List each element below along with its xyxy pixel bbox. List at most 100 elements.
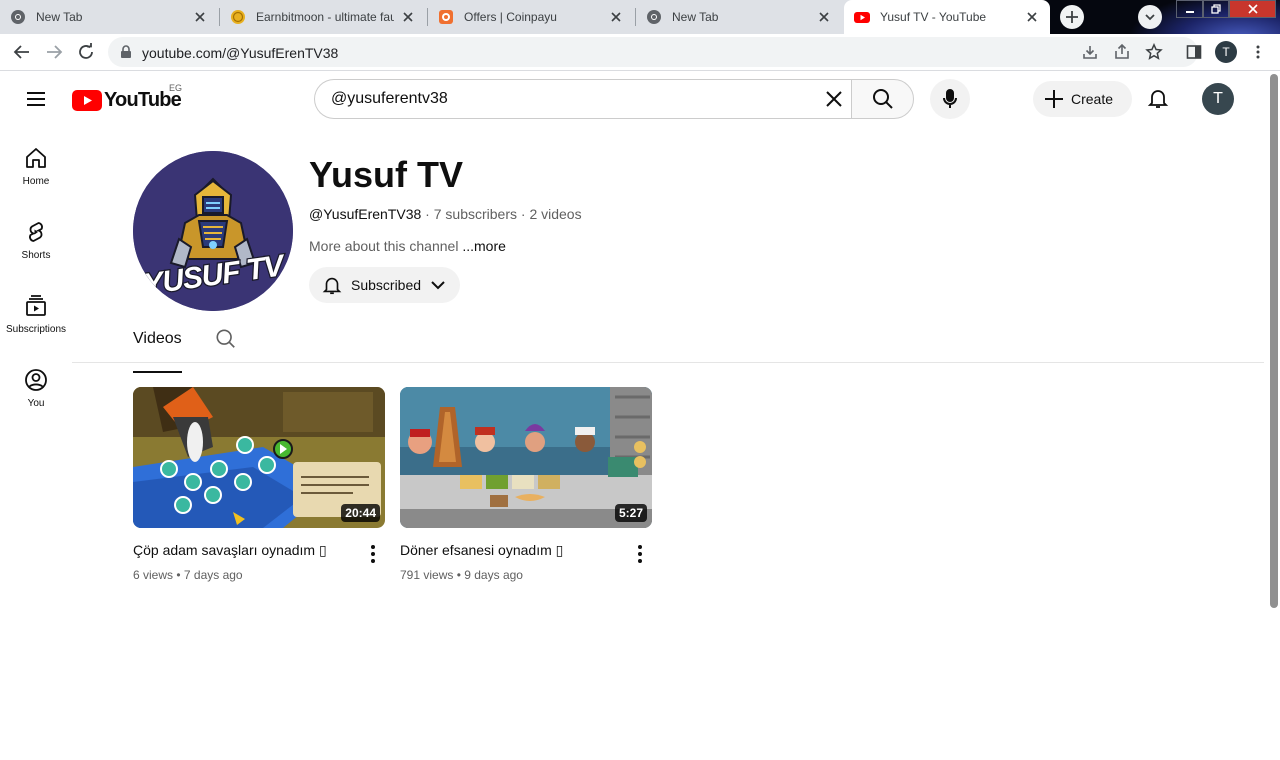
video-menu-button[interactable] <box>632 544 648 564</box>
hamburger-menu-icon <box>27 92 45 106</box>
address-bar[interactable]: youtube.com/@YusufErenTV38 <box>108 37 1198 67</box>
arrow-right-icon <box>47 45 63 59</box>
search-input[interactable] <box>314 79 851 119</box>
notifications-button[interactable] <box>1146 86 1170 110</box>
tab-title: Earnbitmoon - ultimate fau <box>256 10 394 24</box>
meta-dot: • <box>453 568 465 582</box>
view-count: 791 views <box>400 568 454 582</box>
guide-item-label: Subscriptions <box>5 324 67 335</box>
guide-item-label: Home <box>22 176 50 187</box>
subscribed-label: Subscribed <box>351 277 422 293</box>
tab-videos[interactable]: Videos <box>133 330 182 373</box>
channel-avatar[interactable]: YUSUF TV <box>133 151 293 311</box>
guide-item-you[interactable]: You <box>0 350 72 424</box>
meta-separator: · <box>517 206 530 222</box>
tab-search-button[interactable] <box>1138 5 1162 29</box>
bell-icon <box>1147 90 1169 108</box>
video-thumbnail[interactable]: 20:44 <box>133 387 385 528</box>
upload-age: 7 days ago <box>183 568 243 582</box>
shorts-icon <box>29 222 43 242</box>
scrollbar-thumb[interactable] <box>1270 74 1278 608</box>
youtube-play-icon <box>72 90 102 111</box>
meta-dot: • <box>173 568 184 582</box>
channel-tabs: Videos <box>72 320 1264 373</box>
url-text: youtube.com/@YusufErenTV38 <box>142 45 339 61</box>
lock-icon[interactable] <box>120 45 132 59</box>
close-icon[interactable] <box>816 9 832 25</box>
browser-toolbar: youtube.com/@YusufErenTV38 T <box>0 34 1280 71</box>
create-label: Create <box>1071 91 1114 107</box>
chrome-icon <box>11 10 25 24</box>
chrome-icon <box>647 10 661 24</box>
restore-button[interactable] <box>1203 0 1229 18</box>
reload-button[interactable] <box>76 42 96 62</box>
account-avatar[interactable]: T <box>1202 83 1234 115</box>
guide-item-subscriptions[interactable]: Subscriptions <box>0 276 72 350</box>
close-icon[interactable] <box>192 9 208 25</box>
voice-search-button[interactable] <box>930 79 970 119</box>
plus-icon <box>1045 90 1063 108</box>
bookmark-star-icon[interactable] <box>1145 43 1163 61</box>
guide-item-label: You <box>27 398 45 409</box>
youtube-icon <box>854 12 870 23</box>
subscriber-count: 7 subscribers <box>433 206 517 222</box>
video-duration: 5:27 <box>614 504 647 522</box>
chevron-down-icon <box>431 281 445 290</box>
search-box <box>314 79 914 119</box>
more-vert-icon <box>638 545 642 563</box>
bell-icon <box>322 277 342 295</box>
upload-age: 9 days ago <box>464 568 523 582</box>
search-icon <box>872 89 893 109</box>
region-code: EG <box>169 83 183 93</box>
browser-menu-button[interactable] <box>1248 42 1268 62</box>
clear-search-button[interactable] <box>822 87 846 111</box>
guide-item-home[interactable]: Home <box>0 128 72 202</box>
tab-title: New Tab <box>672 10 719 24</box>
browser-tab[interactable]: New Tab <box>0 0 218 34</box>
browser-tab[interactable]: Earnbitmoon - ultimate fau <box>220 0 426 34</box>
coin-icon <box>231 10 245 24</box>
share-icon[interactable] <box>1113 43 1131 61</box>
video-menu-button[interactable] <box>365 544 381 564</box>
chevron-down-icon <box>1145 14 1155 21</box>
close-icon[interactable] <box>1024 9 1040 25</box>
tab-title: Offers | Coinpayu <box>464 10 557 24</box>
side-panel-button[interactable] <box>1184 42 1204 62</box>
back-button[interactable] <box>12 42 32 62</box>
minimize-icon <box>1185 11 1194 13</box>
browser-tab[interactable]: Offers | Coinpayu <box>428 0 634 34</box>
minimize-button[interactable] <box>1176 0 1203 18</box>
plus-icon <box>1066 11 1078 23</box>
video-title[interactable]: Döner efsanesi oynadım ▯ <box>400 542 563 559</box>
video-meta: 791 views • 9 days ago <box>400 568 523 582</box>
close-icon <box>826 91 842 107</box>
video-title[interactable]: Çöp adam savaşları oynadım ▯ <box>133 542 327 559</box>
close-icon[interactable] <box>608 9 624 25</box>
guide-item-shorts[interactable]: Shorts <box>0 202 72 276</box>
more-vert-icon <box>1256 45 1260 59</box>
forward-button[interactable] <box>44 42 64 62</box>
video-card[interactable]: 20:44 Çöp adam savaşları oynadım ▯ 6 vie… <box>133 387 385 582</box>
guide-menu-button[interactable] <box>24 87 48 111</box>
install-app-icon[interactable] <box>1081 43 1099 61</box>
close-icon[interactable] <box>400 9 416 25</box>
subscribed-button[interactable]: Subscribed <box>309 267 460 303</box>
browser-profile-avatar[interactable]: T <box>1215 41 1237 63</box>
browser-tab[interactable]: New Tab <box>636 0 842 34</box>
page-scrollbar[interactable] <box>1268 72 1280 760</box>
search-button[interactable] <box>851 79 914 119</box>
video-duration: 20:44 <box>341 504 380 522</box>
new-tab-button[interactable] <box>1060 5 1084 29</box>
youtube-logo[interactable]: YouTube <box>72 89 182 112</box>
channel-description[interactable]: More about this channel ...more <box>309 238 506 254</box>
more-link[interactable]: ...more <box>458 238 506 254</box>
video-card[interactable]: 5:27 Döner efsanesi oynadım ▯ 791 views … <box>400 387 652 582</box>
create-button[interactable]: Create <box>1033 81 1132 117</box>
browser-tab-active[interactable]: Yusuf TV - YouTube <box>844 0 1050 34</box>
tab-title: Yusuf TV - YouTube <box>880 10 987 24</box>
video-count: 2 videos <box>529 206 582 222</box>
close-window-button[interactable] <box>1229 0 1276 18</box>
guide-item-label: Shorts <box>21 250 51 261</box>
video-thumbnail[interactable]: 5:27 <box>400 387 652 528</box>
channel-search-button[interactable] <box>215 328 237 350</box>
